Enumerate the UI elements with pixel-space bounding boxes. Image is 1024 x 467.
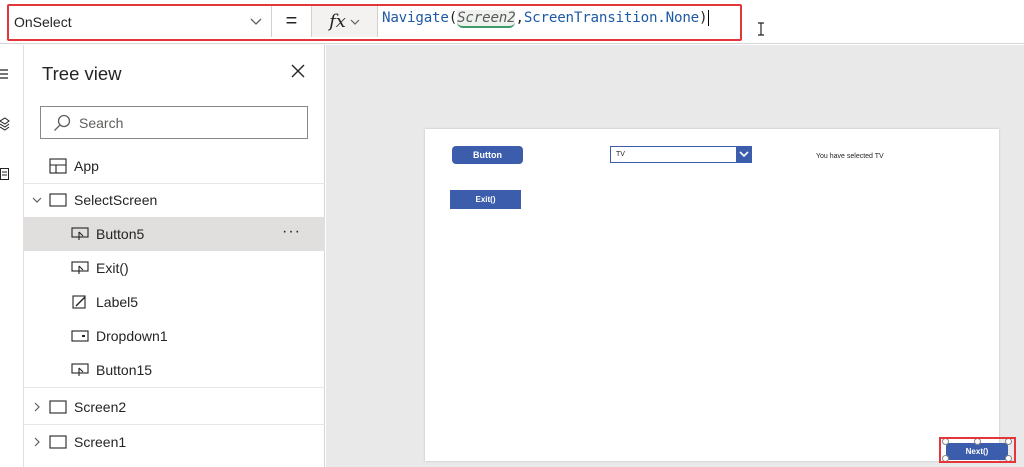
formula-close-paren: )	[699, 10, 708, 26]
screen-icon	[49, 435, 67, 449]
next-button-selection[interactable]: Next()	[942, 438, 1013, 462]
ibeam-cursor-icon	[758, 22, 764, 36]
search-icon	[54, 114, 71, 131]
chevron-right-icon[interactable]	[32, 402, 42, 412]
tree-item-exit[interactable]: Exit()	[24, 251, 325, 285]
formula-bar: OnSelect = fx Navigate(Screen2,ScreenTra…	[0, 0, 1024, 44]
tree-item-label5[interactable]: Label5	[24, 285, 325, 319]
chevron-right-icon[interactable]	[32, 437, 42, 447]
fx-icon: fx	[329, 11, 346, 32]
label-icon	[72, 295, 86, 309]
tree-item-selectscreen[interactable]: SelectScreen	[24, 183, 325, 217]
formula-input[interactable]: Navigate(Screen2,ScreenTransition.None)	[382, 10, 710, 28]
chevron-down-icon	[738, 151, 749, 158]
tree-item-dropdown1[interactable]: Dropdown1	[24, 319, 325, 353]
dropdown-value: TV	[616, 151, 625, 158]
search-placeholder: Search	[79, 114, 124, 131]
button-icon	[71, 227, 89, 240]
formula-function: Navigate	[382, 10, 449, 26]
formula-arg-transition: ScreenTransition.None	[523, 10, 700, 26]
tree-item-app[interactable]: App	[24, 149, 325, 183]
dropdown-toggle[interactable]	[736, 147, 751, 162]
tree-item-label: App	[74, 158, 99, 174]
tree-view-panel: Tree view Search App SelectScreen Button…	[24, 45, 325, 467]
selected-label: You have selected TV	[816, 153, 884, 160]
resize-handle[interactable]	[1005, 455, 1012, 462]
resize-handle[interactable]	[942, 438, 949, 445]
tree-item-label: SelectScreen	[74, 192, 158, 208]
text-caret	[708, 10, 710, 26]
tree-item-label: Dropdown1	[96, 328, 168, 344]
chevron-down-icon	[350, 19, 360, 25]
resize-handle[interactable]	[942, 455, 949, 462]
close-icon[interactable]	[290, 63, 306, 79]
tree-item-button15[interactable]: Button15	[24, 353, 325, 387]
design-canvas[interactable]: Button TV You have selected TV Exit()	[326, 45, 1024, 467]
tree-view-title: Tree view	[42, 63, 122, 84]
property-dropdown-value: OnSelect	[14, 13, 72, 30]
app-icon	[49, 158, 67, 174]
exit-button[interactable]: Exit()	[450, 190, 521, 209]
screen-icon	[49, 400, 67, 414]
function-button[interactable]: fx	[312, 6, 378, 37]
tree-item-label: Screen2	[74, 399, 127, 415]
tree-item-label: Label5	[96, 294, 139, 310]
equals-sign: =	[272, 6, 312, 37]
screen-icon	[49, 193, 67, 207]
button-icon	[71, 261, 89, 274]
tree-item-button5[interactable]: Button5 ···	[24, 217, 325, 251]
canvas-button[interactable]: Button	[452, 146, 523, 164]
more-options-icon[interactable]: ···	[282, 223, 301, 241]
insert-icon[interactable]	[0, 167, 10, 181]
hamburger-icon[interactable]	[0, 67, 10, 81]
dropdown-icon	[71, 330, 89, 342]
formula-open-paren: (	[448, 10, 458, 26]
chevron-down-icon	[250, 18, 262, 25]
tree-item-screen2[interactable]: Screen2	[24, 390, 325, 424]
tree-item-label: Button15	[96, 362, 153, 378]
tree-search-input[interactable]: Search	[40, 106, 308, 139]
tree-item-label: Screen1	[74, 434, 127, 450]
formula-arg-screen: Screen2	[457, 10, 516, 28]
layers-icon[interactable]	[0, 117, 10, 131]
tree-item-label: Button5	[96, 226, 145, 242]
formula-comma: ,	[515, 10, 524, 26]
tree-item-label: Exit()	[96, 260, 129, 276]
divider	[24, 387, 325, 388]
button-icon	[71, 363, 89, 376]
canvas-dropdown[interactable]: TV	[610, 146, 752, 163]
tree-item-screen1[interactable]: Screen1	[24, 425, 325, 459]
property-dropdown[interactable]: OnSelect	[10, 6, 272, 37]
app-screen[interactable]: Button TV You have selected TV Exit()	[425, 129, 999, 461]
next-button[interactable]: Next()	[946, 443, 1008, 460]
left-rail	[0, 45, 24, 467]
resize-handle[interactable]	[974, 438, 981, 445]
chevron-down-icon[interactable]	[32, 195, 42, 205]
resize-handle[interactable]	[1005, 438, 1012, 445]
